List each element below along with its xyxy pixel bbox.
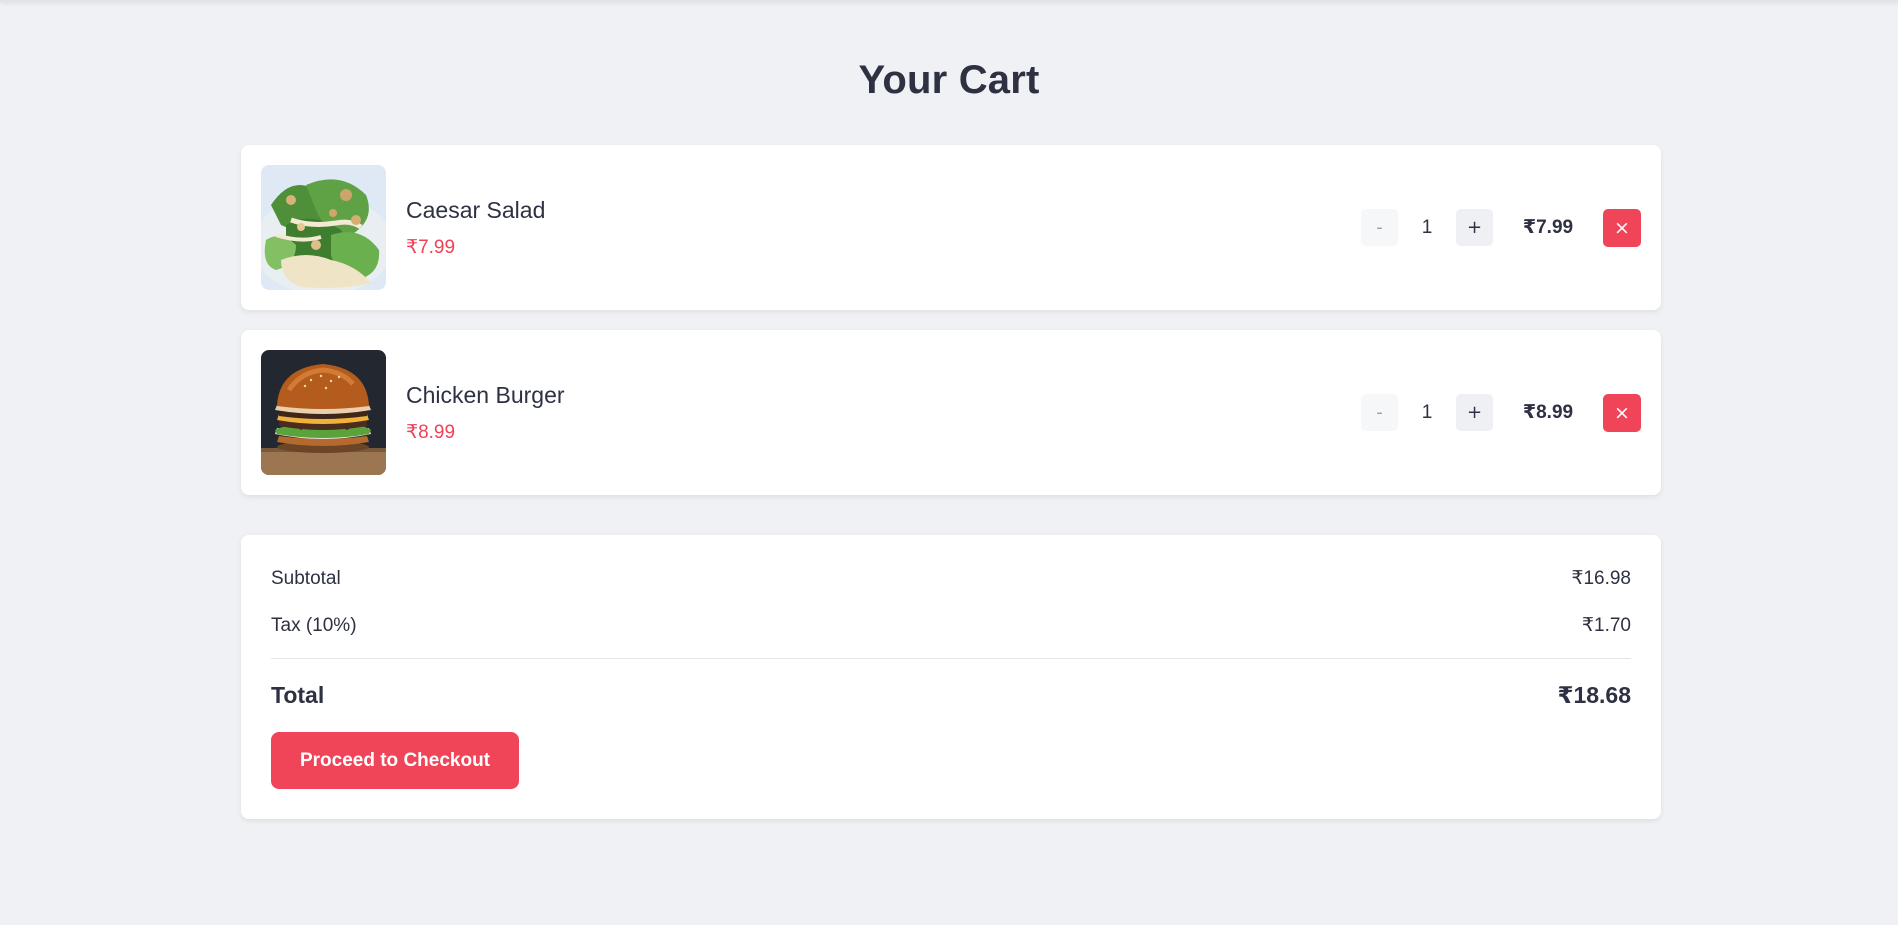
quantity-value: 1 bbox=[1421, 401, 1433, 423]
subtotal-label: Subtotal bbox=[271, 567, 341, 589]
item-name: Chicken Burger bbox=[406, 381, 565, 408]
line-total: ₹7.99 bbox=[1522, 217, 1574, 238]
remove-item-button[interactable]: × bbox=[1603, 208, 1641, 247]
item-name: Caesar Salad bbox=[406, 196, 546, 223]
summary-divider bbox=[271, 658, 1631, 659]
order-summary: Subtotal ₹16.98 Tax (10%) ₹1.70 Total ₹1… bbox=[241, 535, 1661, 819]
item-info: Caesar Salad ₹7.99 bbox=[406, 197, 1361, 259]
remove-item-button[interactable]: × bbox=[1603, 393, 1641, 432]
page-title: Your Cart bbox=[858, 58, 1040, 102]
total-label: Total bbox=[271, 682, 325, 708]
item-info: Chicken Burger ₹8.99 bbox=[406, 382, 1361, 444]
cart-list: Caesar Salad ₹7.99 - 1 + ₹7.99 × Chicken… bbox=[241, 145, 1661, 515]
subtotal-value: ₹16.98 bbox=[1571, 568, 1631, 589]
tax-label: Tax (10%) bbox=[271, 614, 357, 636]
tax-row: Tax (10%) ₹1.70 bbox=[271, 614, 1631, 637]
total-row: Total ₹18.68 bbox=[271, 682, 1631, 709]
quantity-controls: - 1 + ₹8.99 × bbox=[1361, 393, 1641, 432]
total-value: ₹18.68 bbox=[1557, 682, 1631, 708]
increase-quantity-button[interactable]: + bbox=[1456, 394, 1493, 431]
decrease-quantity-button[interactable]: - bbox=[1361, 394, 1398, 431]
chicken-burger-image bbox=[261, 350, 386, 475]
line-total: ₹8.99 bbox=[1522, 402, 1574, 423]
quantity-controls: - 1 + ₹7.99 × bbox=[1361, 208, 1641, 247]
top-bar-edge bbox=[0, 0, 1898, 2]
increase-quantity-button[interactable]: + bbox=[1456, 209, 1493, 246]
caesar-salad-image bbox=[261, 165, 386, 290]
item-price: ₹7.99 bbox=[406, 236, 456, 258]
subtotal-row: Subtotal ₹16.98 bbox=[271, 567, 1631, 590]
quantity-value: 1 bbox=[1421, 216, 1433, 238]
cart-item: Chicken Burger ₹8.99 - 1 + ₹8.99 × bbox=[241, 330, 1661, 495]
proceed-to-checkout-button[interactable]: Proceed to Checkout bbox=[271, 732, 519, 789]
tax-value: ₹1.70 bbox=[1581, 615, 1631, 636]
item-price: ₹8.99 bbox=[406, 421, 456, 443]
cart-item: Caesar Salad ₹7.99 - 1 + ₹7.99 × bbox=[241, 145, 1661, 310]
decrease-quantity-button[interactable]: - bbox=[1361, 209, 1398, 246]
